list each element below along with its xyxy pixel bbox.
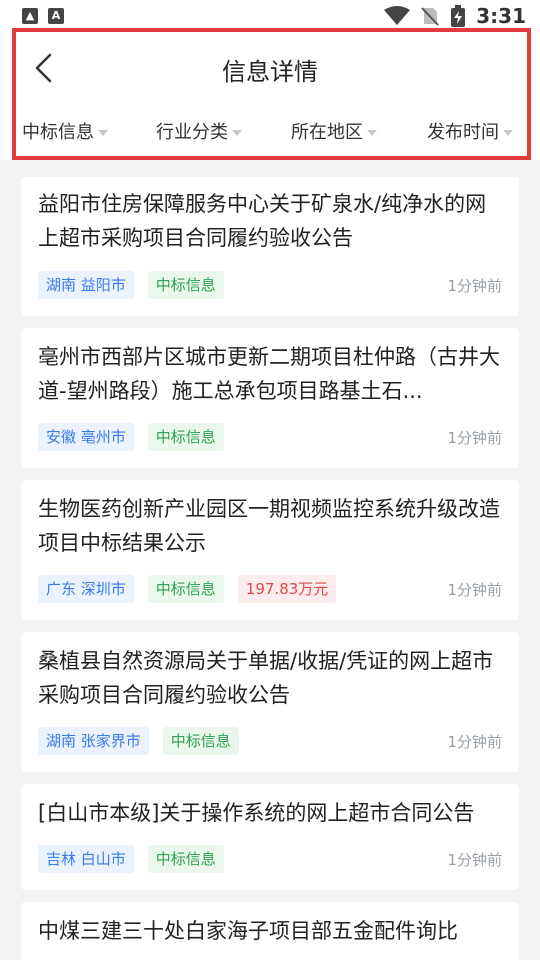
- status-bar: ▲ A 3:31: [0, 0, 540, 28]
- filter-bar: 中标信息 行业分类 所在地区 发布时间: [0, 108, 540, 156]
- list-item[interactable]: 益阳市住房保障服务中心关于矿泉水/纯净水的网上超市采购项目合同履约验收公告 湖南…: [21, 177, 519, 316]
- filter-bid-info[interactable]: 中标信息: [22, 118, 108, 144]
- list-item-meta: 安徽 亳州市 中标信息 1分钟前: [38, 422, 502, 452]
- type-tag: 中标信息: [147, 845, 224, 873]
- filter-label: 发布时间: [427, 122, 499, 143]
- status-left-icons: ▲ A: [22, 8, 64, 24]
- region-tag: 湖南 张家界市: [38, 727, 149, 755]
- list-item-title: 中煤三建三十处白家海子项目部五金配件询比: [38, 919, 458, 943]
- no-sim-icon: [421, 7, 439, 26]
- status-time: 3:31: [476, 4, 526, 28]
- list-item-meta: 广东 深圳市 中标信息 197.83万元 1分钟前: [38, 574, 502, 604]
- type-tag: 中标信息: [147, 575, 224, 603]
- region-tag: 湖南 益阳市: [38, 271, 134, 299]
- caret-down-icon: [232, 129, 242, 136]
- filter-industry[interactable]: 行业分类: [156, 118, 242, 144]
- filter-label: 中标信息: [22, 122, 94, 143]
- caret-down-icon: [98, 129, 108, 136]
- publish-time: 1分钟前: [447, 850, 502, 869]
- list-item-title: 桑植县自然资源局关于单据/收据/凭证的网上超市采购项目合同履约验收公告: [38, 649, 494, 707]
- caret-down-icon: [503, 129, 513, 136]
- type-tag: 中标信息: [147, 271, 224, 299]
- a-notification-icon: A: [48, 8, 64, 24]
- list-item-title: 亳州市西部片区城市更新二期项目杜仲路（古井大道-望州路段）施工总承包项目路基土石…: [38, 345, 500, 403]
- list-item-title: 生物医药创新产业园区一期视频监控系统升级改造项目中标结果公示: [38, 497, 500, 555]
- page-title: 信息详情: [222, 58, 318, 86]
- list-item-title: [白山市本级]关于操作系统的网上超市合同公告: [38, 801, 475, 825]
- type-tag: 中标信息: [162, 727, 239, 755]
- publish-time: 1分钟前: [447, 732, 502, 751]
- status-right-icons: 3:31: [384, 4, 526, 28]
- list-item[interactable]: 中煤三建三十处白家海子项目部五金配件询比: [21, 902, 519, 960]
- region-tag: 吉林 白山市: [38, 845, 134, 873]
- list-item[interactable]: 桑植县自然资源局关于单据/收据/凭证的网上超市采购项目合同履约验收公告 湖南 张…: [21, 632, 519, 772]
- filter-label: 所在地区: [291, 122, 363, 143]
- type-tag: 中标信息: [147, 423, 224, 451]
- region-tag: 安徽 亳州市: [38, 423, 134, 451]
- list-item[interactable]: 生物医药创新产业园区一期视频监控系统升级改造项目中标结果公示 广东 深圳市 中标…: [21, 480, 519, 620]
- list-item-meta: 湖南 张家界市 中标信息 1分钟前: [38, 726, 502, 756]
- list-item[interactable]: 亳州市西部片区城市更新二期项目杜仲路（古井大道-望州路段）施工总承包项目路基土石…: [21, 328, 519, 468]
- wifi-icon: [384, 6, 411, 25]
- image-notification-icon: ▲: [22, 8, 38, 24]
- filter-publish-time[interactable]: 发布时间: [427, 118, 513, 144]
- battery-charging-icon: [451, 5, 466, 27]
- amount-tag: 197.83万元: [237, 575, 337, 603]
- list-item-meta: 吉林 白山市 中标信息 1分钟前: [38, 844, 502, 874]
- list-item-meta: 湖南 益阳市 中标信息 1分钟前: [38, 270, 502, 300]
- list-item-title: 益阳市住房保障服务中心关于矿泉水/纯净水的网上超市采购项目合同履约验收公告: [38, 192, 487, 250]
- publish-time: 1分钟前: [447, 428, 502, 447]
- caret-down-icon: [367, 129, 377, 136]
- list-item[interactable]: [白山市本级]关于操作系统的网上超市合同公告 吉林 白山市 中标信息 1分钟前: [21, 784, 519, 890]
- publish-time: 1分钟前: [447, 580, 502, 599]
- publish-time: 1分钟前: [447, 276, 502, 295]
- region-tag: 广东 深圳市: [38, 575, 134, 603]
- filter-label: 行业分类: [156, 122, 228, 143]
- filter-region[interactable]: 所在地区: [291, 118, 377, 144]
